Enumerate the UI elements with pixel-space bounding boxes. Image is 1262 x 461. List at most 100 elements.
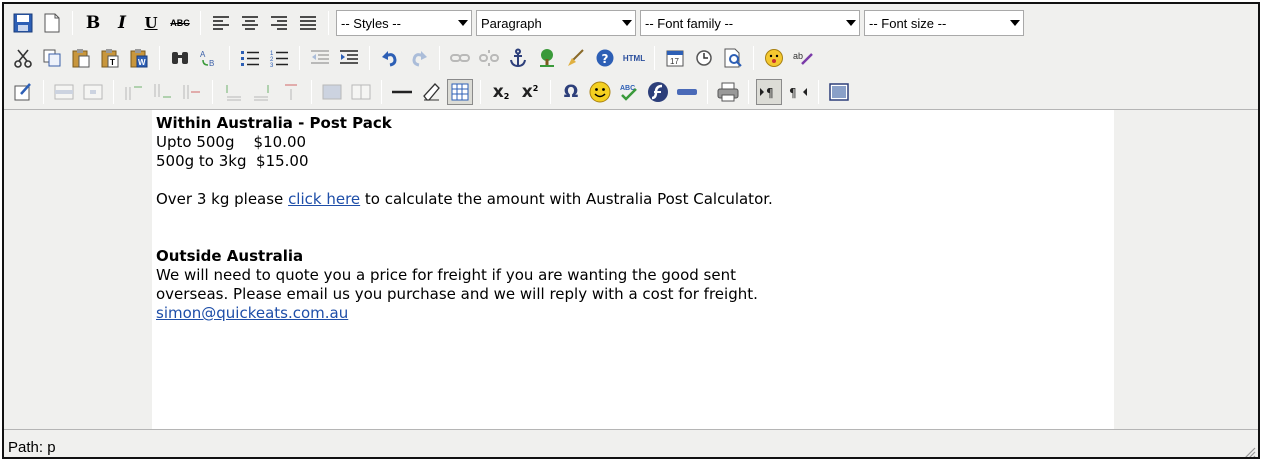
image-icon[interactable] xyxy=(534,45,560,71)
separator xyxy=(381,80,382,104)
separator xyxy=(299,46,300,70)
remove-format-icon[interactable] xyxy=(418,79,444,105)
text-after-link: to calculate the amount with Australia P… xyxy=(360,190,773,208)
rate-line-1: Upto 500g $10.00 xyxy=(156,133,307,151)
cut-icon[interactable] xyxy=(10,45,36,71)
chevron-down-icon xyxy=(619,20,635,26)
font-size-select-value: -- Font size -- xyxy=(869,15,947,31)
new-document-icon[interactable] xyxy=(39,10,65,36)
subscript-icon[interactable]: x2 xyxy=(488,79,514,105)
merge-cells-icon[interactable] xyxy=(319,79,345,105)
align-justify-icon[interactable] xyxy=(295,10,321,36)
separator xyxy=(439,46,440,70)
chevron-down-icon xyxy=(1007,20,1023,26)
separator xyxy=(480,80,481,104)
align-right-icon[interactable] xyxy=(266,10,292,36)
fullscreen-icon[interactable] xyxy=(826,79,852,105)
ltr-icon[interactable]: ¶ xyxy=(756,79,782,105)
font-size-select[interactable]: -- Font size -- xyxy=(864,10,1024,36)
outdent-icon[interactable] xyxy=(307,45,333,71)
copy-icon[interactable] xyxy=(39,45,65,71)
svg-text:?: ? xyxy=(602,52,609,66)
help-icon[interactable]: ? xyxy=(592,45,618,71)
rtl-icon[interactable]: ¶ xyxy=(785,79,811,105)
paste-text-icon[interactable]: T xyxy=(97,45,123,71)
unlink-icon[interactable] xyxy=(476,45,502,71)
toolbar-row-1: B I U ABC -- Styles -- Paragraph -- Font… xyxy=(4,4,1258,42)
italic-button[interactable]: I xyxy=(109,10,135,36)
special-char-icon[interactable]: Ω xyxy=(558,79,584,105)
indent-icon[interactable] xyxy=(336,45,362,71)
separator xyxy=(550,80,551,104)
flash-icon[interactable] xyxy=(645,79,671,105)
superscript-icon[interactable]: x2 xyxy=(517,79,543,105)
print-icon[interactable] xyxy=(715,79,741,105)
chevron-down-icon xyxy=(455,20,471,26)
link-icon[interactable] xyxy=(447,45,473,71)
underline-button[interactable]: U xyxy=(138,10,164,36)
separator xyxy=(654,46,655,70)
rich-text-editor: B I U ABC -- Styles -- Paragraph -- Font… xyxy=(2,2,1260,459)
redo-icon[interactable] xyxy=(406,45,432,71)
spellcheck-icon[interactable]: ABC xyxy=(616,79,642,105)
table-row-props-icon[interactable] xyxy=(51,79,77,105)
separator xyxy=(72,11,73,35)
svg-text:ab: ab xyxy=(793,51,803,61)
heading-within-australia: Within Australia - Post Pack xyxy=(156,114,392,132)
svg-text:3: 3 xyxy=(270,63,274,67)
separator xyxy=(229,46,230,70)
email-link[interactable]: simon@quickeats.com.au xyxy=(156,304,348,322)
row-before-icon[interactable] xyxy=(121,79,147,105)
bullet-list-icon[interactable] xyxy=(237,45,263,71)
format-select[interactable]: Paragraph xyxy=(476,10,636,36)
numbered-list-icon[interactable]: 123 xyxy=(266,45,292,71)
horizontal-rule-icon[interactable] xyxy=(389,79,415,105)
paste-icon[interactable] xyxy=(68,45,94,71)
styles-select[interactable]: -- Styles -- xyxy=(336,10,472,36)
preview-icon[interactable] xyxy=(720,45,746,71)
svg-text:W: W xyxy=(138,58,146,67)
bold-button[interactable]: B xyxy=(80,10,106,36)
table-cell-props-icon[interactable] xyxy=(80,79,106,105)
editor-content-area: Within Australia - Post Pack Upto 500g $… xyxy=(4,109,1258,430)
document-body[interactable]: Within Australia - Post Pack Upto 500g $… xyxy=(152,110,1114,430)
delete-row-icon[interactable] xyxy=(179,79,205,105)
emoticons-icon[interactable] xyxy=(761,45,787,71)
undo-icon[interactable] xyxy=(377,45,403,71)
separator xyxy=(818,80,819,104)
separator xyxy=(753,46,754,70)
anchor-icon[interactable] xyxy=(505,45,531,71)
svg-text:¶: ¶ xyxy=(766,86,774,100)
separator xyxy=(159,46,160,70)
superscript-label: x xyxy=(521,81,533,102)
spellchecker-icon[interactable]: ab xyxy=(790,45,816,71)
advanced-hr-icon[interactable] xyxy=(674,79,700,105)
paste-word-icon[interactable]: W xyxy=(126,45,152,71)
font-family-select[interactable]: -- Font family -- xyxy=(640,10,860,36)
quote-paragraph-line-2: overseas. Please email us you purchase a… xyxy=(156,285,758,303)
align-center-icon[interactable] xyxy=(237,10,263,36)
smiley-icon[interactable] xyxy=(587,79,613,105)
find-icon[interactable] xyxy=(167,45,193,71)
delete-col-icon[interactable] xyxy=(278,79,304,105)
align-left-icon[interactable] xyxy=(208,10,234,36)
resize-handle-icon[interactable] xyxy=(1242,445,1256,459)
col-before-icon[interactable] xyxy=(220,79,246,105)
col-after-icon[interactable] xyxy=(249,79,275,105)
click-here-link[interactable]: click here xyxy=(288,190,360,208)
insert-time-icon[interactable] xyxy=(691,45,717,71)
split-cells-icon[interactable] xyxy=(348,79,374,105)
calculator-paragraph: Over 3 kg please click here to calculate… xyxy=(156,190,1110,209)
insert-date-icon[interactable]: 17 xyxy=(662,45,688,71)
visual-aid-icon[interactable] xyxy=(447,79,473,105)
strikethrough-label: ABC xyxy=(170,18,190,28)
row-after-icon[interactable] xyxy=(150,79,176,105)
save-icon[interactable] xyxy=(10,10,36,36)
replace-icon[interactable]: AB xyxy=(196,45,222,71)
edit-css-icon[interactable] xyxy=(10,79,36,105)
svg-text:A: A xyxy=(200,50,206,59)
html-icon[interactable]: HTML xyxy=(621,45,647,71)
strikethrough-button[interactable]: ABC xyxy=(167,10,193,36)
cleanup-icon[interactable] xyxy=(563,45,589,71)
rate-line-2: 500g to 3kg $15.00 xyxy=(156,152,309,170)
